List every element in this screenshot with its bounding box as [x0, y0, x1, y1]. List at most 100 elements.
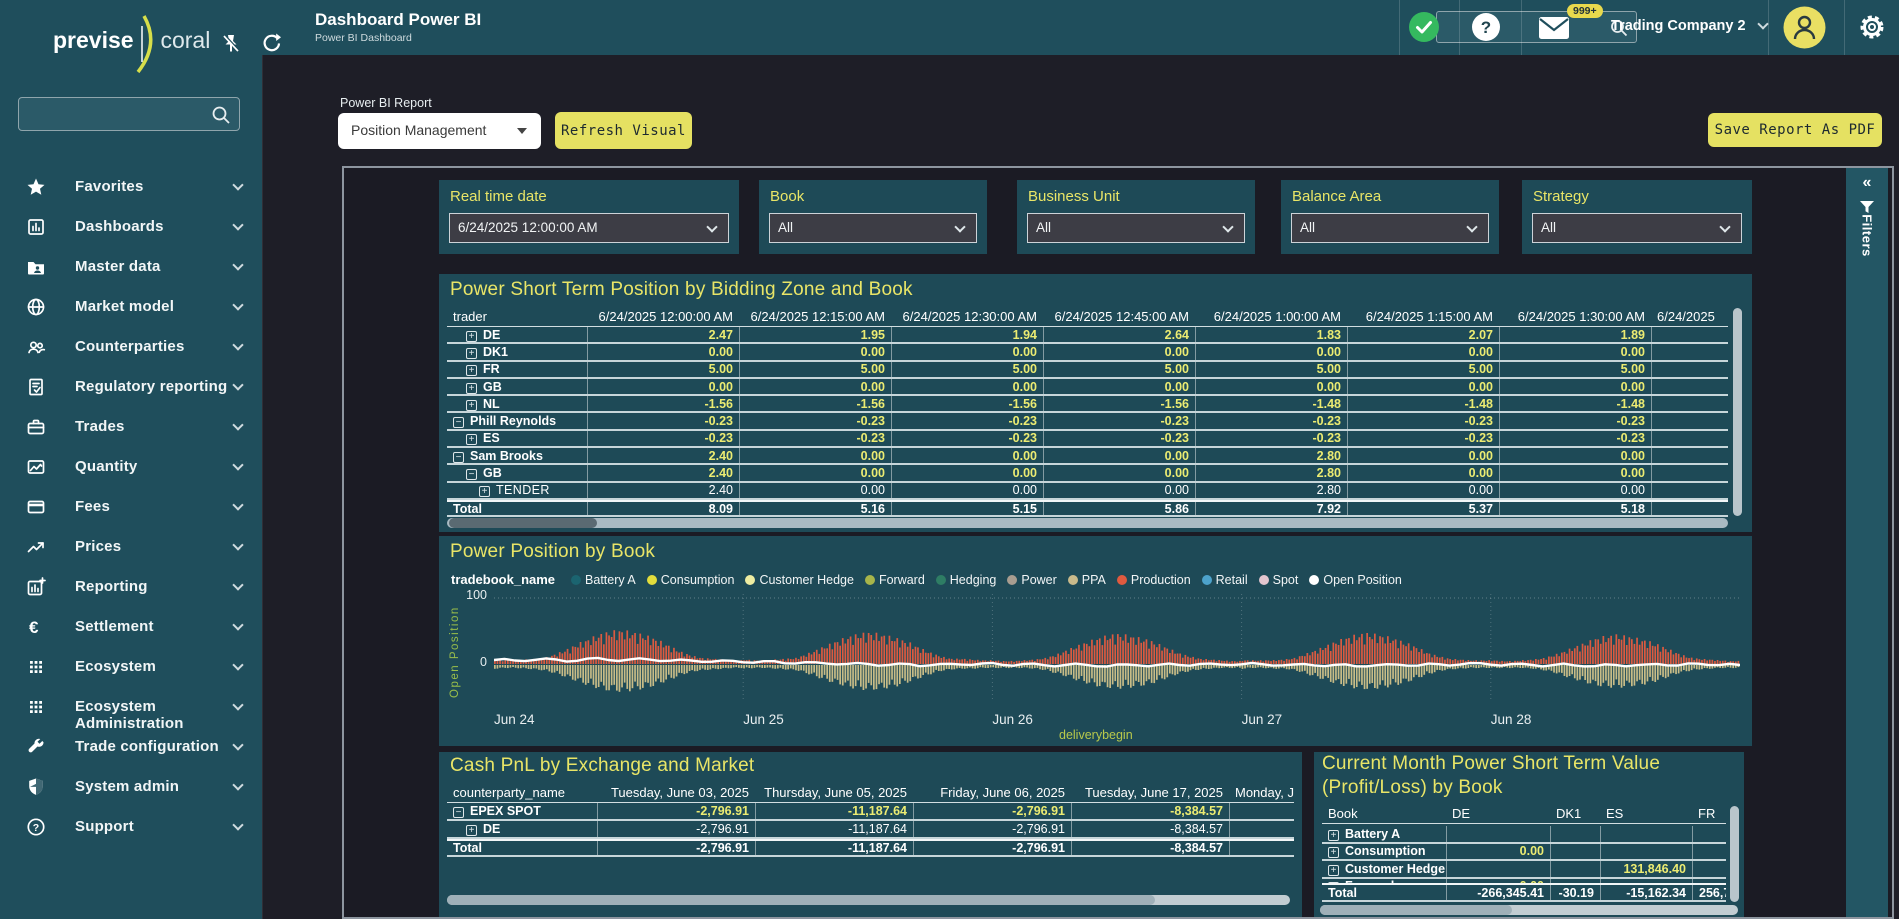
sidebar-item-trades[interactable]: Trades [0, 408, 262, 448]
refresh-icon[interactable] [260, 32, 282, 59]
chevron-down-icon [1222, 221, 1233, 232]
column-header[interactable]: FR [1692, 806, 1726, 821]
legend-item-consumption[interactable]: Consumption [647, 573, 735, 587]
table-header-row: counterparty_nameTuesday, June 03, 2025T… [447, 782, 1294, 803]
legend-item-open-position[interactable]: Open Position [1309, 573, 1402, 587]
sidebar-item-prices[interactable]: Prices [0, 528, 262, 568]
legend-item-hedging[interactable]: Hedging [936, 573, 997, 587]
sidebar-item-ecosystem-administration[interactable]: Ecosystem Administration [0, 688, 262, 728]
horizontal-scrollbar[interactable] [447, 895, 1290, 905]
column-header[interactable]: Friday, June 06, 2025 [913, 785, 1071, 800]
column-header[interactable]: trader [447, 309, 587, 324]
column-header[interactable]: ES [1600, 806, 1692, 821]
sidebar-item-support[interactable]: ? Support [0, 808, 262, 848]
sidebar-item-system-admin[interactable]: System admin [0, 768, 262, 808]
sidebar-item-market-model[interactable]: Market model [0, 288, 262, 328]
column-header[interactable]: 6/24/2025 12:15:00 AM [739, 309, 891, 324]
column-header[interactable]: Tuesday, June 03, 2025 [597, 785, 755, 800]
sidebar-item-counterparties[interactable]: Counterparties [0, 328, 262, 368]
column-header[interactable]: 6/24/2025 12:30:00 AM [891, 309, 1043, 324]
collapse-icon[interactable]: − [453, 417, 464, 428]
expand-icon[interactable]: + [466, 331, 477, 342]
company-selector[interactable]: Trading Company 2 [1611, 18, 1767, 34]
expand-icon[interactable]: + [1328, 830, 1339, 841]
avatar[interactable] [1782, 5, 1827, 55]
save-report-pdf-button[interactable]: Save Report As PDF [1708, 113, 1882, 147]
pin-off-icon[interactable] [220, 33, 242, 60]
column-header[interactable]: Tuesday, June 17, 2025 [1071, 785, 1229, 800]
filters-pane-collapsed[interactable]: « Filters [1846, 168, 1888, 917]
x-axis-tick: Jun 26 [992, 712, 1033, 727]
legend-item-customer-hedge[interactable]: Customer Hedge [745, 573, 854, 587]
search-icon[interactable] [210, 104, 232, 126]
vertical-scrollbar[interactable] [1733, 308, 1742, 516]
column-header[interactable]: 6/24/2025 1:15:00 AM [1347, 309, 1499, 324]
legend-item-spot[interactable]: Spot [1259, 573, 1299, 587]
horizontal-scrollbar[interactable] [447, 518, 1728, 528]
collapse-icon[interactable]: − [466, 469, 477, 480]
column-header[interactable]: 6/24/2025 1:30:00 AM [1499, 309, 1651, 324]
sidebar-item-label: Regulatory reporting [75, 378, 227, 395]
value-cell: -8,384.57 [1071, 803, 1229, 819]
expand-icon[interactable]: + [466, 825, 477, 836]
column-header[interactable]: Monday, Jun [1229, 785, 1294, 800]
sidebar-item-trade-configuration[interactable]: Trade configuration [0, 728, 262, 768]
row-label-cell: +GB [447, 380, 587, 394]
slicer-dropdown[interactable]: All [1027, 213, 1245, 243]
expand-filters-icon[interactable]: « [1846, 174, 1888, 192]
expand-icon[interactable]: + [466, 400, 477, 411]
legend-item-production[interactable]: Production [1117, 573, 1191, 587]
sidebar-item-ecosystem[interactable]: Ecosystem [0, 648, 262, 688]
row-label: TENDER [496, 483, 550, 497]
column-header[interactable]: DE [1446, 806, 1550, 821]
expand-icon[interactable]: + [466, 434, 477, 445]
expand-icon[interactable]: + [479, 486, 490, 497]
slicer-dropdown[interactable]: All [769, 213, 977, 243]
column-header[interactable]: Thursday, June 05, 2025 [755, 785, 913, 800]
sidebar-item-regulatory-reporting[interactable]: Regulatory reporting [0, 368, 262, 408]
value-cell: -8,384.57 [1071, 841, 1229, 855]
collapse-icon[interactable]: − [453, 807, 464, 818]
legend-item-retail[interactable]: Retail [1202, 573, 1248, 587]
sidebar-item-settlement[interactable]: € Settlement [0, 608, 262, 648]
legend-item-forward[interactable]: Forward [865, 573, 925, 587]
sidebar-item-dashboards[interactable]: Dashboards [0, 208, 262, 248]
slicer-dropdown[interactable]: 6/24/2025 12:00:00 AM [449, 213, 729, 243]
sidebar-item-fees[interactable]: Fees [0, 488, 262, 528]
sidebar-item-quantity[interactable]: Quantity [0, 448, 262, 488]
legend-item-battery-a[interactable]: Battery A [571, 573, 636, 587]
help-icon[interactable]: ? [1471, 12, 1501, 47]
report-select[interactable]: Position Management [338, 113, 541, 149]
horizontal-scrollbar[interactable] [1320, 905, 1738, 915]
column-header[interactable]: 6/24/2025 1:00:00 AM [1195, 309, 1347, 324]
power-position-chart-card: Power Position by Book tradebook_name Ba… [439, 536, 1752, 746]
power-position-plot[interactable] [494, 594, 1740, 706]
mail-icon[interactable] [1538, 16, 1570, 45]
expand-icon[interactable]: + [466, 365, 477, 376]
y-axis-max: 100 [457, 588, 487, 602]
column-header[interactable]: DK1 [1550, 806, 1600, 821]
legend-item-ppa[interactable]: PPA [1068, 573, 1106, 587]
slicer-dropdown[interactable]: All [1291, 213, 1489, 243]
expand-icon[interactable]: + [466, 348, 477, 359]
column-header[interactable]: 6/24/2025 [1651, 309, 1728, 324]
expand-icon[interactable]: + [1328, 865, 1339, 876]
column-header[interactable]: Book [1322, 806, 1446, 821]
vertical-scrollbar[interactable] [1730, 806, 1739, 902]
column-header[interactable]: counterparty_name [447, 785, 597, 800]
sidebar-item-reporting[interactable]: Reporting [0, 568, 262, 608]
expand-icon[interactable]: + [1328, 847, 1339, 858]
slicer-dropdown[interactable]: All [1532, 213, 1742, 243]
column-header[interactable]: 6/24/2025 12:45:00 AM [1043, 309, 1195, 324]
sidebar-item-master-data[interactable]: Master data [0, 248, 262, 288]
gear-icon[interactable] [1858, 13, 1886, 46]
sidebar-search-input[interactable] [27, 98, 207, 130]
refresh-visual-button[interactable]: Refresh Visual [555, 112, 692, 149]
chevron-down-icon [232, 779, 243, 790]
status-check-icon[interactable] [1408, 11, 1440, 48]
legend-item-power[interactable]: Power [1007, 573, 1056, 587]
expand-icon[interactable]: + [466, 383, 477, 394]
sidebar-item-favorites[interactable]: Favorites [0, 168, 262, 208]
column-header[interactable]: 6/24/2025 12:00:00 AM [587, 309, 739, 324]
collapse-icon[interactable]: − [453, 452, 464, 463]
